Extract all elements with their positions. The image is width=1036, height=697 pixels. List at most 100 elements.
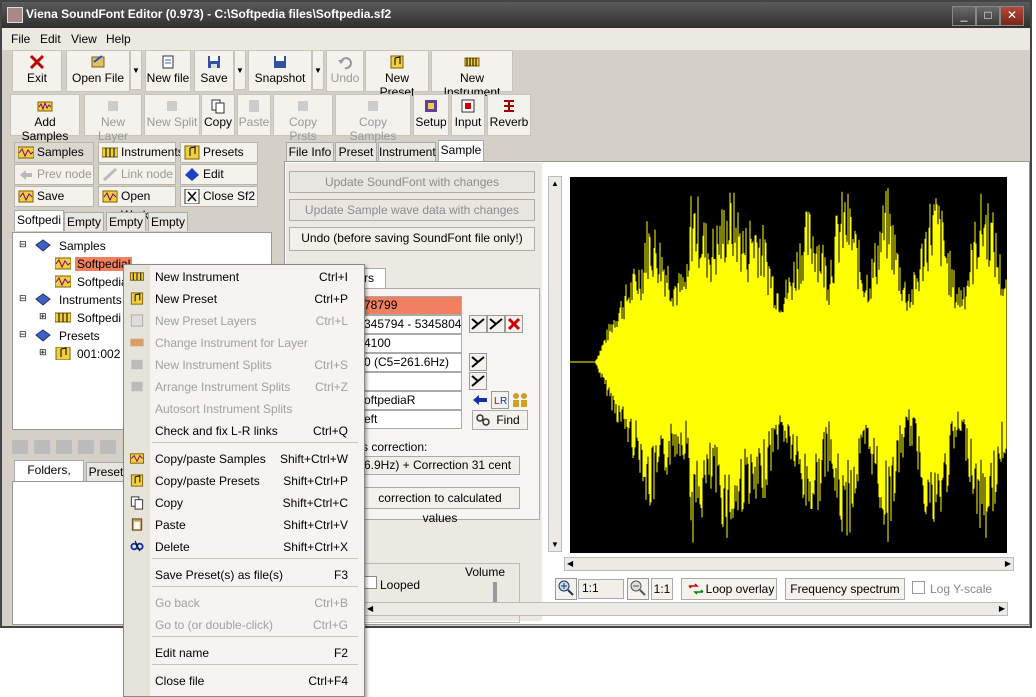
ctx-item-go-back[interactable]: Go back Ctrl+B bbox=[124, 592, 364, 614]
undo-button[interactable]: Undo bbox=[326, 50, 364, 92]
scroll-right-arrow[interactable]: ▶ bbox=[999, 604, 1005, 613]
linked-sample-field[interactable]: oftpediaR bbox=[360, 391, 462, 410]
scroll-down-arrow[interactable]: ▼ bbox=[551, 540, 559, 549]
menu-view[interactable]: View bbox=[71, 32, 97, 46]
swap-button-1[interactable] bbox=[469, 315, 487, 333]
scroll-left-arrow[interactable]: ◀ bbox=[567, 559, 573, 568]
tree-expander[interactable]: ⊟ bbox=[19, 293, 27, 304]
file-tab-softpedia[interactable]: Softpedi bbox=[14, 210, 64, 231]
open-file-dropdown[interactable]: ▼ bbox=[130, 50, 142, 90]
open-work-button[interactable]: Open Work bbox=[98, 186, 176, 222]
reverb-button[interactable]: Reverb bbox=[487, 94, 531, 136]
wave-horizontal-scrollbar[interactable]: ◀ ▶ bbox=[564, 557, 1014, 571]
ctx-item-copy-paste-presets[interactable]: Copy/paste Presets Shift+Ctrl+P bbox=[124, 470, 364, 492]
ctx-item-paste[interactable]: Paste Shift+Ctrl+V bbox=[124, 514, 364, 536]
sample-type-field[interactable]: eft bbox=[360, 410, 462, 429]
sample-name-field[interactable]: 78799 bbox=[360, 296, 462, 315]
zoom-out-button[interactable] bbox=[627, 578, 649, 600]
tab-preset-lower[interactable]: Preset bbox=[86, 462, 126, 481]
editor-horizontal-scrollbar[interactable]: ◀ ▶ bbox=[364, 602, 1008, 616]
snapshot-button[interactable]: Snapshot bbox=[248, 50, 312, 92]
save-dropdown[interactable]: ▼ bbox=[234, 50, 246, 90]
tab-folders-files[interactable]: Folders, Files bbox=[14, 460, 84, 495]
snapshot-dropdown[interactable]: ▼ bbox=[312, 50, 324, 90]
people-icon[interactable] bbox=[511, 392, 529, 408]
file-tab-empty-3[interactable]: Empty bbox=[148, 212, 188, 231]
ctx-item-save-presets-as-files[interactable]: Save Preset(s) as file(s) F3 bbox=[124, 564, 364, 586]
root-key-swap-button[interactable] bbox=[469, 353, 487, 371]
copy-presets-button[interactable]: Copy Prsts bbox=[273, 94, 333, 143]
looped-checkbox[interactable] bbox=[364, 576, 377, 589]
setup-button[interactable]: Setup bbox=[413, 94, 449, 136]
small-tool-icon[interactable] bbox=[12, 440, 28, 454]
ctx-item-change-instrument-for-layer[interactable]: Change Instrument for Layer bbox=[124, 332, 364, 354]
tree-expander[interactable]: ⊞ bbox=[39, 311, 47, 322]
update-soundfont-button[interactable]: Update SoundFont with changes bbox=[289, 171, 535, 193]
sample-range-field[interactable]: 345794 - 5345804 bbox=[360, 315, 462, 334]
zoom-out-ratio[interactable]: 1:1 bbox=[651, 578, 673, 600]
link-node-button[interactable]: Link node bbox=[98, 164, 176, 185]
tree-preset-001-002[interactable]: 001:002 bbox=[77, 347, 120, 361]
small-tool-icon[interactable] bbox=[34, 440, 50, 454]
ctx-item-new-preset[interactable]: New Preset Ctrl+P bbox=[124, 288, 364, 310]
small-tool-icon[interactable] bbox=[100, 440, 116, 454]
tree-presets[interactable]: Presets bbox=[59, 329, 100, 343]
ctx-item-autosort-instrument-splits[interactable]: Autosort Instrument Splits bbox=[124, 398, 364, 420]
ctx-item-new-instrument[interactable]: New Instrument Ctrl+I bbox=[124, 266, 364, 288]
ctx-item-delete[interactable]: Delete Shift+Ctrl+X bbox=[124, 536, 364, 558]
small-tool-icon[interactable] bbox=[56, 440, 72, 454]
find-button[interactable]: Find bbox=[472, 410, 528, 430]
add-samples-button[interactable]: Add Samples bbox=[10, 94, 80, 143]
edit-name-button[interactable]: Edit name bbox=[180, 164, 258, 200]
new-layer-button[interactable]: New Layer bbox=[84, 94, 142, 143]
save-work-button[interactable]: Save Work bbox=[14, 186, 94, 222]
new-split-button[interactable]: New Split bbox=[144, 94, 200, 136]
close-window-button[interactable]: ✕ bbox=[1000, 6, 1024, 26]
empty-swap-button[interactable] bbox=[469, 372, 487, 390]
menu-file[interactable]: File bbox=[11, 32, 30, 46]
prev-node-button[interactable]: Prev node bbox=[14, 164, 94, 185]
sample-rate-field[interactable]: 4100 bbox=[360, 334, 462, 353]
open-file-button[interactable]: Open File bbox=[66, 50, 130, 92]
copy-samples-button[interactable]: Copy Samples bbox=[335, 94, 411, 143]
tree-expander[interactable]: ⊟ bbox=[19, 329, 27, 340]
ctx-item-close-file[interactable]: Close file Ctrl+F4 bbox=[124, 670, 364, 692]
instruments-view-button[interactable]: Instruments bbox=[98, 142, 184, 163]
tab-sample[interactable]: Sample bbox=[438, 140, 484, 161]
tree-expander[interactable]: ⊟ bbox=[19, 239, 27, 250]
tree-instruments[interactable]: Instruments bbox=[59, 293, 122, 307]
file-tab-empty-2[interactable]: Empty bbox=[106, 212, 146, 231]
small-tool-icon[interactable] bbox=[78, 440, 94, 454]
lr-link-button[interactable]: LR bbox=[491, 391, 509, 409]
tab-file-info[interactable]: File Info bbox=[286, 142, 334, 161]
root-key-field[interactable]: 0 (C5=261.6Hz) bbox=[360, 353, 462, 372]
waveform-display[interactable] bbox=[570, 177, 1007, 553]
tab-instrument[interactable]: Instrument bbox=[378, 142, 436, 161]
scroll-right-arrow[interactable]: ▶ bbox=[1005, 559, 1011, 568]
menu-edit[interactable]: Edit bbox=[40, 32, 61, 46]
undo-before-saving-button[interactable]: Undo (before saving SoundFont file only!… bbox=[289, 227, 535, 251]
new-file-button[interactable]: New file bbox=[145, 50, 191, 92]
new-instrument-button[interactable]: New Instrument bbox=[431, 50, 513, 99]
tree-samples[interactable]: Samples bbox=[59, 239, 106, 253]
maximize-button[interactable]: □ bbox=[976, 6, 1000, 26]
copy-button[interactable]: Copy bbox=[201, 94, 235, 136]
ctx-item-copy-paste-samples[interactable]: Copy/paste Samples Shift+Ctrl+W bbox=[124, 448, 364, 470]
swap-button-2[interactable] bbox=[487, 315, 505, 333]
ctx-item-new-instrument-splits[interactable]: New Instrument Splits Ctrl+S bbox=[124, 354, 364, 376]
log-y-scale-checkbox[interactable] bbox=[912, 581, 925, 594]
zoom-in-button[interactable] bbox=[555, 578, 577, 600]
empty-field[interactable] bbox=[360, 372, 462, 391]
zoom-in-ratio[interactable]: 1:1 bbox=[578, 579, 624, 599]
scroll-left-arrow[interactable]: ◀ bbox=[367, 604, 373, 613]
samples-view-button[interactable]: Samples bbox=[14, 142, 94, 163]
update-sample-wave-button[interactable]: Update Sample wave data with changes bbox=[289, 199, 535, 221]
minimize-button[interactable]: _ bbox=[952, 6, 976, 26]
wave-vertical-scrollbar[interactable]: ▲ ▼ bbox=[548, 176, 562, 552]
volume-slider[interactable] bbox=[493, 582, 497, 602]
tree-expander[interactable]: ⊞ bbox=[39, 347, 47, 358]
new-preset-button[interactable]: New Preset bbox=[365, 50, 429, 99]
ctx-item-check-fix-lr-links[interactable]: Check and fix L-R links Ctrl+Q bbox=[124, 420, 364, 442]
arrow-left-icon[interactable] bbox=[472, 394, 488, 406]
loop-overlay-button[interactable]: Loop overlay bbox=[681, 578, 777, 600]
